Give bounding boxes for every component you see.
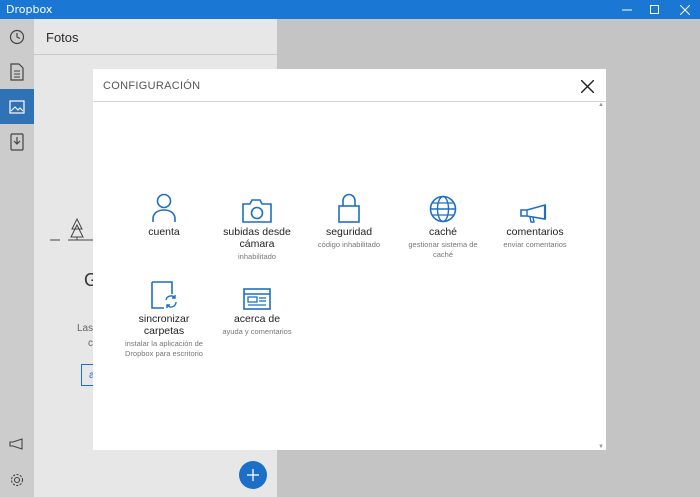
tile-sublabel: enviar comentarios bbox=[503, 240, 567, 249]
tile-label: subidas desde cámara bbox=[223, 226, 291, 250]
tile-label: comentarios bbox=[506, 226, 564, 238]
close-icon bbox=[580, 79, 594, 93]
dialog-header: CONFIGURACIÓN bbox=[93, 69, 606, 102]
minimize-icon bbox=[622, 9, 632, 10]
tile-sublabel: código inhabilitado bbox=[317, 240, 381, 249]
lock-icon bbox=[338, 193, 360, 223]
settings-tile-sync-folders[interactable]: sincronizar carpetas instalar la aplicac… bbox=[119, 280, 209, 359]
gear-icon bbox=[10, 473, 24, 486]
document-icon bbox=[10, 62, 24, 81]
rail-item-settings[interactable] bbox=[0, 462, 34, 497]
title-bar: Dropbox bbox=[0, 0, 700, 19]
maximize-icon bbox=[650, 4, 659, 14]
tile-sublabel: ayuda y comentarios bbox=[222, 327, 292, 336]
settings-tile-account[interactable]: cuenta bbox=[119, 193, 209, 238]
folder-sync-icon bbox=[151, 281, 177, 309]
tile-label: acerca de bbox=[233, 313, 281, 325]
add-button[interactable] bbox=[239, 461, 267, 489]
app-rail bbox=[0, 19, 34, 497]
tile-label: seguridad bbox=[325, 226, 373, 238]
settings-tile-feedback[interactable]: comentarios enviar comentarios bbox=[490, 193, 580, 250]
rail-item-recent[interactable] bbox=[0, 19, 34, 54]
tile-label: caché bbox=[428, 226, 458, 238]
camera-icon bbox=[242, 199, 272, 223]
minimize-button[interactable] bbox=[612, 0, 642, 19]
photo-icon bbox=[9, 99, 25, 114]
person-icon bbox=[152, 193, 176, 222]
pane-header: Fotos bbox=[34, 19, 277, 55]
rail-item-offline[interactable] bbox=[0, 124, 34, 159]
settings-tile-security[interactable]: seguridad código inhabilitado bbox=[304, 193, 394, 250]
maximize-button[interactable] bbox=[640, 0, 670, 19]
settings-tile-cache[interactable]: caché gestionar sistema de caché bbox=[398, 193, 488, 260]
dialog-close-button[interactable] bbox=[576, 75, 598, 97]
pane-title: Fotos bbox=[46, 30, 79, 45]
tree-illustration-icon bbox=[50, 217, 94, 241]
dialog-title: CONFIGURACIÓN bbox=[103, 80, 201, 92]
settings-tile-about[interactable]: acerca de ayuda y comentarios bbox=[212, 280, 302, 337]
about-card-icon bbox=[243, 288, 271, 310]
rail-item-feedback[interactable] bbox=[0, 426, 34, 461]
close-icon bbox=[680, 4, 690, 15]
megaphone-icon bbox=[520, 203, 547, 223]
settings-dialog: CONFIGURACIÓN ▲ ▼ cuenta subidas desde c… bbox=[93, 69, 606, 450]
tile-sublabel: inhabilitado bbox=[238, 252, 276, 261]
empty-state-text: Las bbox=[77, 323, 94, 334]
rail-item-photos[interactable] bbox=[0, 89, 34, 124]
window-title: Dropbox bbox=[6, 3, 53, 16]
globe-icon bbox=[429, 195, 457, 223]
tile-sublabel: gestionar sistema de caché bbox=[408, 240, 478, 259]
dialog-scrollbar[interactable]: ▲ ▼ bbox=[598, 102, 604, 450]
tile-sublabel: instalar la aplicación de Dropbox para e… bbox=[125, 339, 203, 358]
tile-label: sincronizar carpetas bbox=[138, 313, 190, 337]
megaphone-icon bbox=[9, 437, 23, 450]
scroll-down-icon[interactable]: ▼ bbox=[598, 444, 604, 450]
close-window-button[interactable] bbox=[670, 0, 700, 19]
tile-label: cuenta bbox=[148, 226, 180, 238]
clock-icon bbox=[9, 29, 25, 44]
scroll-up-icon[interactable]: ▲ bbox=[598, 102, 604, 108]
plus-icon bbox=[247, 469, 259, 481]
offline-download-icon bbox=[10, 132, 24, 151]
rail-item-files[interactable] bbox=[0, 54, 34, 89]
settings-tile-camera-uploads[interactable]: subidas desde cámara inhabilitado bbox=[212, 193, 302, 262]
